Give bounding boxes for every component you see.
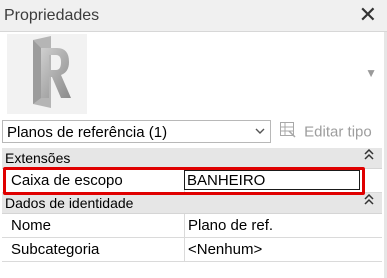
edit-type-label: Editar tipo — [304, 123, 372, 141]
chevron-down-icon[interactable]: ▼ — [365, 66, 377, 80]
property-grid: Extensões Caixa de escopo BANHEIRO Dados… — [2, 148, 382, 262]
type-preview: ▼ — [0, 32, 387, 116]
property-value[interactable]: <Nenhum> — [186, 238, 361, 261]
edit-type-button[interactable]: Editar tipo — [279, 121, 372, 143]
preview-thumbnail — [7, 34, 87, 114]
collapse-icon[interactable] — [364, 193, 374, 209]
scope-box-value-field[interactable]: BANHEIRO — [184, 170, 360, 190]
property-name: Subcategoria — [2, 238, 185, 261]
property-name: Nome — [2, 214, 185, 237]
close-icon[interactable]: ✕ — [359, 4, 377, 26]
property-value[interactable]: Plano de ref. — [186, 214, 361, 237]
edit-type-icon — [279, 121, 297, 143]
section-dados-de-identidade[interactable]: Dados de identidade — [2, 193, 382, 214]
property-row-caixa-de-escopo[interactable]: Caixa de escopo BANHEIRO — [2, 169, 382, 193]
property-row-nome[interactable]: Nome Plano de ref. — [2, 214, 382, 238]
chevron-down-icon[interactable] — [254, 123, 266, 142]
revit-logo-icon — [33, 36, 71, 108]
title-bar: Propriedades ✕ — [0, 0, 387, 32]
property-name: Caixa de escopo — [2, 169, 185, 192]
property-row-subcategoria[interactable]: Subcategoria <Nenhum> — [2, 238, 382, 262]
type-selector-row: Planos de referência (1) Editar tipo — [0, 118, 387, 146]
properties-panel: Propriedades ✕ ▼ Planos de referência (1… — [0, 0, 387, 278]
panel-title: Propriedades — [4, 7, 100, 24]
type-selector-value: Planos de referência (1) — [7, 124, 168, 141]
type-selector-dropdown[interactable]: Planos de referência (1) — [2, 120, 271, 143]
section-extensoes[interactable]: Extensões — [2, 148, 382, 169]
collapse-icon[interactable] — [364, 148, 374, 164]
section-label: Dados de identidade — [5, 195, 134, 211]
section-label: Extensões — [5, 150, 71, 166]
